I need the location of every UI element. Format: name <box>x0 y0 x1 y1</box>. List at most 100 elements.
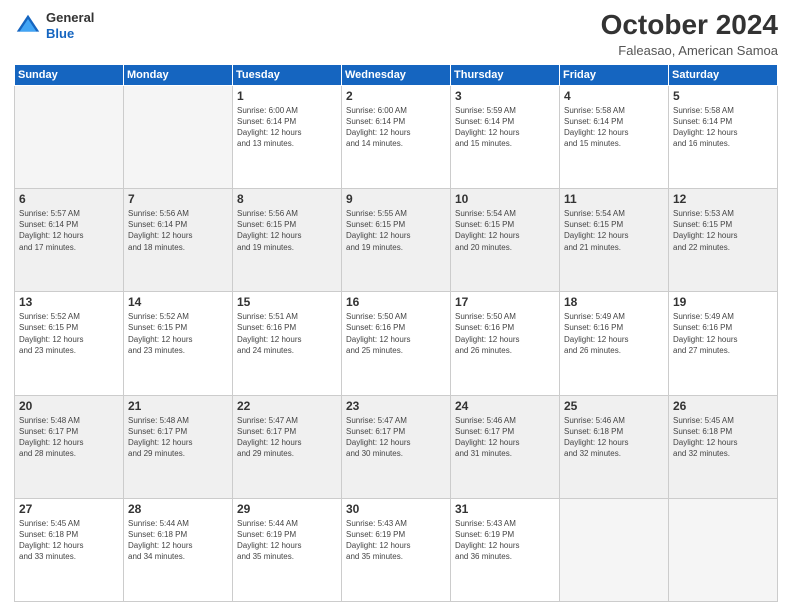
col-friday: Friday <box>560 64 669 85</box>
table-row <box>560 498 669 601</box>
table-row: 13 Sunrise: 5:52 AM Sunset: 6:15 PM Dayli… <box>15 292 124 395</box>
day-number: 17 <box>455 295 555 309</box>
calendar-week-row: 13 Sunrise: 5:52 AM Sunset: 6:15 PM Dayli… <box>15 292 778 395</box>
day-number: 1 <box>237 89 337 103</box>
table-row <box>15 85 124 188</box>
day-info: Sunrise: 5:59 AM Sunset: 6:14 PM Dayligh… <box>455 105 555 150</box>
day-number: 31 <box>455 502 555 516</box>
day-info: Sunrise: 5:50 AM Sunset: 6:16 PM Dayligh… <box>455 311 555 356</box>
day-number: 27 <box>19 502 119 516</box>
page: General Blue October 2024 Faleasao, Amer… <box>0 0 792 612</box>
table-row: 31 Sunrise: 5:43 AM Sunset: 6:19 PM Dayli… <box>451 498 560 601</box>
table-row: 21Sunrise: 5:48 AM Sunset: 6:17 PM Dayli… <box>124 395 233 498</box>
header: General Blue October 2024 Faleasao, Amer… <box>14 10 778 58</box>
day-info: Sunrise: 5:52 AM Sunset: 6:15 PM Dayligh… <box>19 311 119 356</box>
day-number: 5 <box>673 89 773 103</box>
table-row: 14 Sunrise: 5:52 AM Sunset: 6:15 PM Dayli… <box>124 292 233 395</box>
day-info: Sunrise: 5:45 AM Sunset: 6:18 PM Dayligh… <box>673 415 773 460</box>
table-row: 18Sunrise: 5:49 AM Sunset: 6:16 PM Dayli… <box>560 292 669 395</box>
day-info: Sunrise: 5:49 AM Sunset: 6:16 PM Dayligh… <box>673 311 773 356</box>
table-row: 8Sunrise: 5:56 AM Sunset: 6:15 PM Daylig… <box>233 189 342 292</box>
day-number: 19 <box>673 295 773 309</box>
day-number: 29 <box>237 502 337 516</box>
table-row: 27 Sunrise: 5:45 AM Sunset: 6:18 PM Dayli… <box>15 498 124 601</box>
day-number: 16 <box>346 295 446 309</box>
day-number: 6 <box>19 192 119 206</box>
table-row: 7Sunrise: 5:56 AM Sunset: 6:14 PM Daylig… <box>124 189 233 292</box>
table-row <box>669 498 778 601</box>
day-info: Sunrise: 5:50 AM Sunset: 6:16 PM Dayligh… <box>346 311 446 356</box>
day-number: 12 <box>673 192 773 206</box>
day-info: Sunrise: 5:58 AM Sunset: 6:14 PM Dayligh… <box>564 105 664 150</box>
day-number: 30 <box>346 502 446 516</box>
table-row: 1 Sunrise: 6:00 AM Sunset: 6:14 PM Daylig… <box>233 85 342 188</box>
table-row: 6 Sunrise: 5:57 AM Sunset: 6:14 PM Daylig… <box>15 189 124 292</box>
day-info: Sunrise: 5:45 AM Sunset: 6:18 PM Dayligh… <box>19 518 119 563</box>
day-info: Sunrise: 5:52 AM Sunset: 6:15 PM Dayligh… <box>128 311 228 356</box>
day-info: Sunrise: 6:00 AM Sunset: 6:14 PM Dayligh… <box>237 105 337 150</box>
col-wednesday: Wednesday <box>342 64 451 85</box>
logo-general: General <box>46 10 94 26</box>
table-row <box>124 85 233 188</box>
table-row: 4Sunrise: 5:58 AM Sunset: 6:14 PM Daylig… <box>560 85 669 188</box>
calendar-week-row: 20 Sunrise: 5:48 AM Sunset: 6:17 PM Dayli… <box>15 395 778 498</box>
col-tuesday: Tuesday <box>233 64 342 85</box>
table-row: 9 Sunrise: 5:55 AM Sunset: 6:15 PM Daylig… <box>342 189 451 292</box>
day-number: 13 <box>19 295 119 309</box>
day-number: 20 <box>19 399 119 413</box>
day-number: 9 <box>346 192 446 206</box>
page-subtitle: Faleasao, American Samoa <box>601 43 778 58</box>
table-row: 17 Sunrise: 5:50 AM Sunset: 6:16 PM Dayli… <box>451 292 560 395</box>
table-row: 29 Sunrise: 5:44 AM Sunset: 6:19 PM Dayli… <box>233 498 342 601</box>
table-row: 16 Sunrise: 5:50 AM Sunset: 6:16 PM Dayli… <box>342 292 451 395</box>
day-info: Sunrise: 5:53 AM Sunset: 6:15 PM Dayligh… <box>673 208 773 253</box>
day-number: 22 <box>237 399 337 413</box>
day-info: Sunrise: 5:44 AM Sunset: 6:19 PM Dayligh… <box>237 518 337 563</box>
logo-text: General Blue <box>46 10 94 41</box>
logo-icon <box>14 12 42 40</box>
calendar-week-row: 6 Sunrise: 5:57 AM Sunset: 6:14 PM Daylig… <box>15 189 778 292</box>
day-info: Sunrise: 5:57 AM Sunset: 6:14 PM Dayligh… <box>19 208 119 253</box>
table-row: 23Sunrise: 5:47 AM Sunset: 6:17 PM Dayli… <box>342 395 451 498</box>
day-number: 15 <box>237 295 337 309</box>
calendar: Sunday Monday Tuesday Wednesday Thursday… <box>14 64 778 602</box>
table-row: 25Sunrise: 5:46 AM Sunset: 6:18 PM Dayli… <box>560 395 669 498</box>
table-row: 2Sunrise: 6:00 AM Sunset: 6:14 PM Daylig… <box>342 85 451 188</box>
table-row: 3Sunrise: 5:59 AM Sunset: 6:14 PM Daylig… <box>451 85 560 188</box>
day-info: Sunrise: 5:43 AM Sunset: 6:19 PM Dayligh… <box>346 518 446 563</box>
day-info: Sunrise: 5:55 AM Sunset: 6:15 PM Dayligh… <box>346 208 446 253</box>
day-number: 26 <box>673 399 773 413</box>
day-info: Sunrise: 5:43 AM Sunset: 6:19 PM Dayligh… <box>455 518 555 563</box>
table-row: 19 Sunrise: 5:49 AM Sunset: 6:16 PM Dayli… <box>669 292 778 395</box>
table-row: 30 Sunrise: 5:43 AM Sunset: 6:19 PM Dayli… <box>342 498 451 601</box>
day-number: 7 <box>128 192 228 206</box>
day-info: Sunrise: 5:58 AM Sunset: 6:14 PM Dayligh… <box>673 105 773 150</box>
day-number: 14 <box>128 295 228 309</box>
calendar-header-row: Sunday Monday Tuesday Wednesday Thursday… <box>15 64 778 85</box>
day-number: 10 <box>455 192 555 206</box>
logo-blue: Blue <box>46 26 94 42</box>
col-thursday: Thursday <box>451 64 560 85</box>
day-info: Sunrise: 5:46 AM Sunset: 6:17 PM Dayligh… <box>455 415 555 460</box>
table-row: 12 Sunrise: 5:53 AM Sunset: 6:15 PM Dayli… <box>669 189 778 292</box>
day-number: 25 <box>564 399 664 413</box>
calendar-week-row: 1 Sunrise: 6:00 AM Sunset: 6:14 PM Daylig… <box>15 85 778 188</box>
day-info: Sunrise: 6:00 AM Sunset: 6:14 PM Dayligh… <box>346 105 446 150</box>
day-number: 11 <box>564 192 664 206</box>
table-row: 10 Sunrise: 5:54 AM Sunset: 6:15 PM Dayli… <box>451 189 560 292</box>
day-info: Sunrise: 5:54 AM Sunset: 6:15 PM Dayligh… <box>455 208 555 253</box>
table-row: 22Sunrise: 5:47 AM Sunset: 6:17 PM Dayli… <box>233 395 342 498</box>
day-number: 8 <box>237 192 337 206</box>
table-row: 20 Sunrise: 5:48 AM Sunset: 6:17 PM Dayli… <box>15 395 124 498</box>
day-info: Sunrise: 5:44 AM Sunset: 6:18 PM Dayligh… <box>128 518 228 563</box>
table-row: 5 Sunrise: 5:58 AM Sunset: 6:14 PM Daylig… <box>669 85 778 188</box>
day-info: Sunrise: 5:48 AM Sunset: 6:17 PM Dayligh… <box>128 415 228 460</box>
day-info: Sunrise: 5:51 AM Sunset: 6:16 PM Dayligh… <box>237 311 337 356</box>
page-title: October 2024 <box>601 10 778 41</box>
table-row: 26 Sunrise: 5:45 AM Sunset: 6:18 PM Dayli… <box>669 395 778 498</box>
day-info: Sunrise: 5:48 AM Sunset: 6:17 PM Dayligh… <box>19 415 119 460</box>
day-info: Sunrise: 5:47 AM Sunset: 6:17 PM Dayligh… <box>346 415 446 460</box>
table-row: 11Sunrise: 5:54 AM Sunset: 6:15 PM Dayli… <box>560 189 669 292</box>
day-number: 24 <box>455 399 555 413</box>
day-number: 28 <box>128 502 228 516</box>
